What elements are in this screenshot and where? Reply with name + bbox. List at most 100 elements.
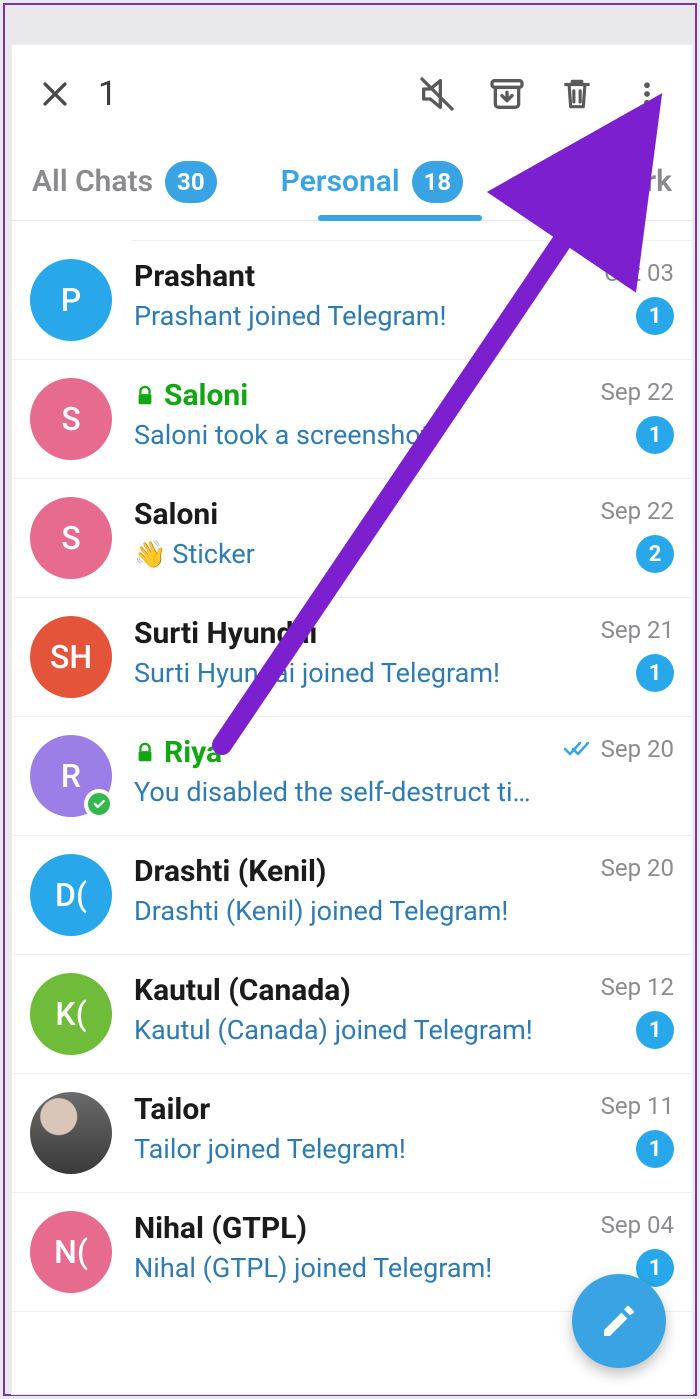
tab-work[interactable]: Work (603, 164, 673, 199)
lock-icon (134, 383, 156, 409)
partial-row-peek (132, 221, 692, 241)
chat-preview-text: Nihal (GTPL) joined Telegram! (134, 1252, 492, 1284)
chat-preview: Tailor joined Telegram! (134, 1133, 591, 1165)
chat-name: Riya (164, 735, 222, 770)
tab-label: Work (603, 164, 673, 199)
tab-label: Personal (281, 164, 400, 199)
close-selection-button[interactable] (26, 65, 84, 123)
chat-row[interactable]: K( Kautul (Canada) Kautul (Canada) joined … (12, 955, 692, 1074)
unread-badge: 1 (636, 1130, 674, 1168)
chat-date: Sep 04 (601, 1211, 674, 1239)
chat-name: Kautul (Canada) (134, 973, 351, 1008)
more-options-button[interactable] (612, 65, 682, 123)
chat-preview-text: Tailor joined Telegram! (134, 1133, 406, 1165)
online-badge-icon (84, 789, 114, 819)
unread-badge: 1 (636, 1011, 674, 1049)
chat-preview-text: Surti Hyundai joined Telegram! (134, 657, 500, 689)
compose-fab[interactable] (572, 1274, 666, 1368)
avatar: N( (30, 1211, 112, 1293)
avatar: R (30, 735, 112, 817)
avatar (30, 1092, 112, 1174)
chat-row[interactable]: Tailor Tailor joined Telegram! Sep 11 1 (12, 1074, 692, 1193)
chat-content: Surti HyundaiSurti Hyundai joined Telegr… (134, 616, 591, 689)
chat-date: Sep 20 (601, 735, 674, 763)
chat-preview: Saloni took a screenshot! (134, 419, 591, 451)
tab-all-chats[interactable]: All Chats 30 (32, 161, 217, 203)
avatar: K( (30, 973, 112, 1055)
archive-button[interactable] (472, 65, 542, 123)
chat-preview: Prashant joined Telegram! (134, 300, 594, 332)
chat-meta: Sep 222 (601, 497, 674, 573)
trash-icon (558, 75, 596, 113)
avatar: P (30, 259, 112, 341)
folder-tabs: All Chats 30 Personal 18 Work (12, 143, 692, 221)
chat-row[interactable]: R Riya You disabled the self-destruct time… (12, 717, 692, 836)
chat-name: Saloni (134, 497, 218, 532)
more-vertical-icon (632, 74, 662, 114)
chat-meta: Sep 12 1 (601, 973, 674, 1049)
telegram-app: 1 All (12, 45, 692, 1394)
chat-date: Sep 22 (601, 378, 674, 406)
mute-icon (417, 74, 457, 114)
chat-content: Saloni 👋Sticker (134, 497, 591, 570)
chat-date: Sep 12 (601, 973, 674, 1001)
pencil-icon (599, 1301, 639, 1341)
chat-preview-text: Kautul (Canada) joined Telegram! (134, 1014, 533, 1046)
chat-preview-text: Saloni took a screenshot! (134, 419, 437, 451)
chat-content: Saloni Saloni took a screenshot! (134, 378, 591, 451)
read-checks-icon (563, 739, 593, 759)
tab-label: All Chats (32, 164, 153, 199)
chat-content: Tailor Tailor joined Telegram! (134, 1092, 591, 1165)
avatar: D( (30, 854, 112, 936)
chat-content: Prashant Prashant joined Telegram! (134, 259, 594, 332)
chat-name: Drashti (Kenil) (134, 854, 326, 889)
chat-preview: 👋Sticker (134, 538, 591, 570)
chat-name: Nihal (GTPL) (134, 1211, 307, 1246)
tab-badge: 30 (165, 161, 217, 203)
chat-row[interactable]: P Prashant Prashant joined Telegram! Oct 03… (12, 241, 692, 360)
chat-meta: Sep 22 1 (601, 378, 674, 454)
chat-preview: Nihal (GTPL) joined Telegram! (134, 1252, 591, 1284)
unread-badge: 1 (636, 297, 674, 335)
chat-meta: Sep 11 1 (601, 1092, 674, 1168)
chat-row[interactable]: D( Drashti (Kenil) Drashti (Kenil) joined … (12, 836, 692, 955)
chat-preview: Drashti (Kenil) joined Telegram! (134, 895, 591, 927)
archive-icon (487, 74, 527, 114)
chat-row[interactable]: SSaloniSaloni took a screenshot!Sep 221 (12, 360, 692, 479)
chat-content: Riya You disabled the self-destruct timer (134, 735, 553, 808)
chat-preview-text: You disabled the self-destruct timer (134, 776, 553, 808)
chat-name: Tailor (134, 1092, 210, 1127)
unread-badge: 1 (636, 654, 674, 692)
unread-badge: 1 (636, 416, 674, 454)
chat-preview: Kautul (Canada) joined Telegram! (134, 1014, 591, 1046)
selection-toolbar: 1 (12, 45, 692, 143)
chat-preview: You disabled the self-destruct timer (134, 776, 553, 808)
tab-badge: 18 (412, 161, 464, 203)
chat-content: Drashti (Kenil) Drashti (Kenil) joined Te… (134, 854, 591, 927)
delete-button[interactable] (542, 65, 612, 123)
close-icon (38, 77, 72, 111)
tab-personal[interactable]: Personal 18 (281, 161, 464, 203)
unread-badge: 2 (636, 535, 674, 573)
chat-name: Saloni (164, 378, 248, 413)
chat-list[interactable]: P Prashant Prashant joined Telegram! Oct 03… (12, 221, 692, 1312)
wave-emoji-icon: 👋 (134, 540, 166, 570)
chat-meta: Sep 21 1 (601, 616, 674, 692)
chat-date: Sep 11 (601, 1092, 674, 1120)
avatar: SH (30, 616, 112, 698)
chat-name: Prashant (134, 259, 255, 294)
chat-meta: Sep 20 (601, 854, 674, 882)
chat-row[interactable]: S Saloni 👋Sticker Sep 222 (12, 479, 692, 598)
chat-preview-text: Drashti (Kenil) joined Telegram! (134, 895, 508, 927)
mute-button[interactable] (402, 65, 472, 123)
selection-count: 1 (98, 74, 117, 114)
chat-content: Nihal (GTPL) Nihal (GTPL) joined Telegram… (134, 1211, 591, 1284)
chat-preview-text: Sticker (172, 538, 254, 570)
chat-content: Kautul (Canada) Kautul (Canada) joined Te… (134, 973, 591, 1046)
lock-icon (134, 740, 156, 766)
chat-date: Sep 21 (601, 616, 674, 644)
chat-row[interactable]: SH Surti HyundaiSurti Hyundai joined Tele… (12, 598, 692, 717)
avatar: S (30, 497, 112, 579)
chat-date: Oct 03 (604, 259, 674, 287)
chat-date: Sep 20 (601, 854, 674, 882)
